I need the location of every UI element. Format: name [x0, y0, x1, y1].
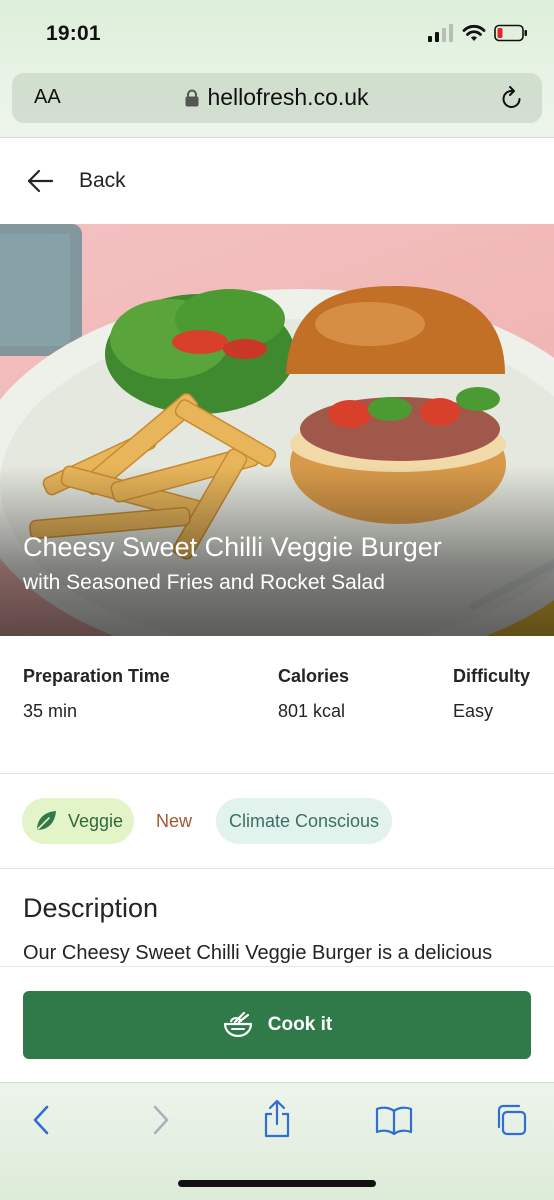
climate-conscious-tag: Climate Conscious	[216, 798, 392, 844]
veggie-tag-label: Veggie	[68, 810, 124, 831]
lock-icon	[185, 89, 199, 107]
recipe-hero-image: Cheesy Sweet Chilli Veggie Burger with S…	[0, 224, 554, 636]
difficulty-value: Easy	[453, 701, 494, 721]
recipe-title: Cheesy Sweet Chilli Veggie Burger	[23, 532, 442, 562]
home-indicator[interactable]	[178, 1180, 376, 1187]
wifi-icon	[462, 24, 486, 41]
url-text: hellofresh.co.uk	[207, 84, 369, 110]
status-time: 19:01	[46, 22, 101, 45]
cook-it-label[interactable]: Cook it	[268, 1014, 332, 1036]
cellular-signal-icon	[428, 24, 453, 42]
share-icon[interactable]	[261, 1099, 293, 1139]
leaf-icon	[37, 811, 56, 830]
browser-back-icon[interactable]	[30, 1103, 52, 1137]
bowl-icon	[223, 1011, 252, 1038]
recipe-subtitle: with Seasoned Fries and Rocket Salad	[23, 571, 385, 594]
status-icons	[428, 24, 528, 42]
battery-low-icon	[494, 24, 527, 42]
cook-it-bar: Cook it	[0, 966, 554, 1082]
calories-block: Calories 801 kcal	[278, 666, 349, 722]
prep-time-value: 35 min	[23, 701, 78, 721]
book-icon[interactable]	[375, 1105, 413, 1135]
difficulty-block: Difficulty Easy	[453, 666, 530, 722]
description-heading: Description	[23, 893, 159, 923]
browser-top-bar: 19:01 AA hellofresh.co.uk	[0, 0, 554, 138]
browser-forward-icon[interactable]	[150, 1103, 172, 1137]
back-label[interactable]: Back	[79, 169, 126, 193]
new-tag: New	[156, 810, 193, 831]
veggie-tag: Veggie	[22, 798, 134, 844]
address-bar[interactable]: AA hellofresh.co.uk	[12, 73, 542, 123]
prep-time-block: Preparation Time 35 min	[23, 666, 170, 722]
prep-time-label: Preparation Time	[23, 666, 170, 686]
back-navigation[interactable]: Back	[0, 139, 554, 223]
cook-it-button[interactable]: Cook it	[23, 991, 531, 1059]
calories-value: 801 kcal	[278, 701, 346, 721]
calories-label: Calories	[278, 666, 350, 686]
description-text: Our Cheesy Sweet Chilli Veggie Burger is…	[23, 942, 493, 964]
arrow-left-icon[interactable]	[25, 166, 55, 196]
difficulty-label: Difficulty	[453, 666, 531, 686]
tabs-icon[interactable]	[494, 1103, 528, 1137]
reload-icon[interactable]	[500, 85, 524, 111]
recipe-info-row: Preparation Time 35 min Calories 801 kca…	[0, 636, 554, 774]
recipe-tags: Veggie New Climate Conscious	[0, 775, 554, 869]
